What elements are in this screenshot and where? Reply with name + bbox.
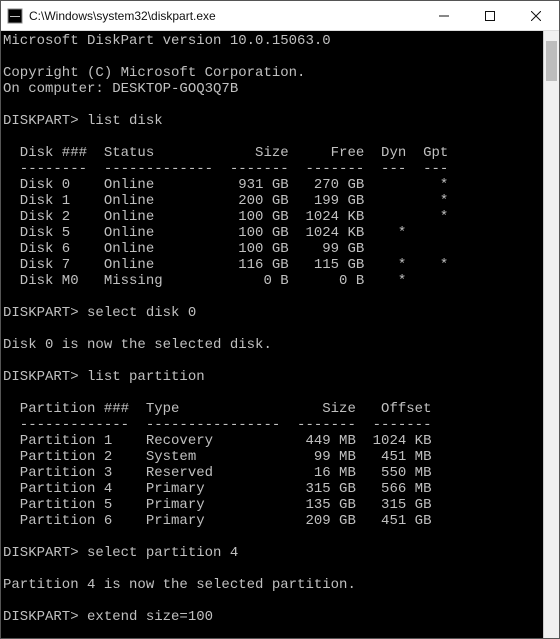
- minimize-button[interactable]: [421, 1, 467, 31]
- console-output[interactable]: Microsoft DiskPart version 10.0.15063.0 …: [1, 31, 543, 638]
- app-icon: [7, 8, 23, 24]
- diskpart-window: C:\Windows\system32\diskpart.exe Microso…: [0, 0, 560, 639]
- vertical-scrollbar[interactable]: [543, 31, 559, 638]
- close-button[interactable]: [513, 1, 559, 31]
- scrollbar-thumb[interactable]: [546, 41, 557, 81]
- maximize-button[interactable]: [467, 1, 513, 31]
- titlebar[interactable]: C:\Windows\system32\diskpart.exe: [1, 1, 559, 31]
- window-title: C:\Windows\system32\diskpart.exe: [29, 9, 216, 23]
- client-area: Microsoft DiskPart version 10.0.15063.0 …: [1, 31, 559, 638]
